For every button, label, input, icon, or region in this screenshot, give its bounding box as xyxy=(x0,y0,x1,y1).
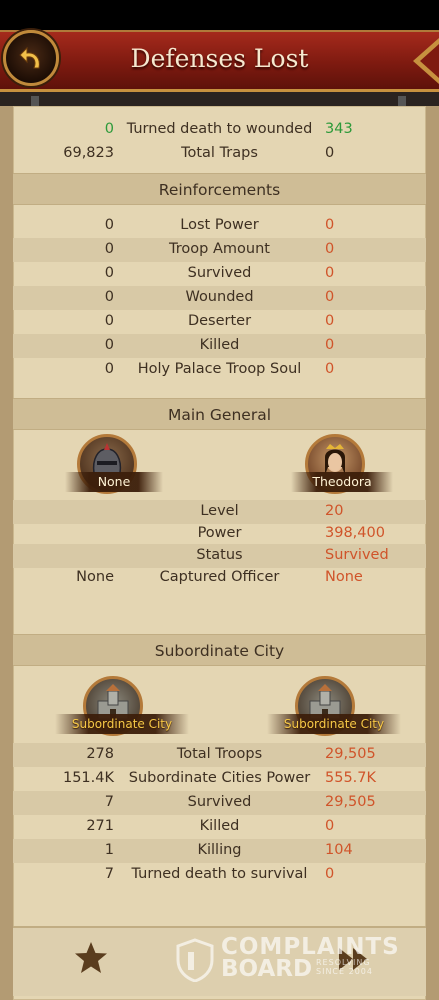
stat-left-value: 0 xyxy=(104,337,114,353)
stat-left-value: 278 xyxy=(86,746,114,762)
stat-label: Turned death to survival xyxy=(131,866,308,882)
stat-left-value: 0 xyxy=(104,121,114,137)
stat-label: Holy Palace Troop Soul xyxy=(137,361,302,377)
section-header-reinforcements: Reinforcements xyxy=(13,173,426,205)
stat-row-city-survived: 7 Survived 29,505 xyxy=(13,791,426,815)
stat-left-value: 0 xyxy=(104,289,114,305)
stat-row-deserter: 0 Deserter 0 xyxy=(13,310,426,334)
attacker-general-name: None xyxy=(65,472,163,492)
stat-left-value: 7 xyxy=(104,794,114,810)
stat-label: Killed xyxy=(199,818,240,834)
stat-right-value: 0 xyxy=(325,289,335,305)
stat-row-level: Level 20 xyxy=(13,500,426,524)
header-strap xyxy=(0,92,439,106)
stat-row-holy-palace-troop-soul: 0 Holy Palace Troop Soul 0 xyxy=(13,358,426,382)
stat-label: Wounded xyxy=(185,289,254,305)
stat-right-value: None xyxy=(325,569,363,585)
defender-general-name: Theodora xyxy=(291,472,393,492)
stat-row-turned-death-to-wounded: 0 Turned death to wounded 343 xyxy=(13,118,426,142)
stat-right-value: 0 xyxy=(325,265,335,281)
stat-label: Troop Amount xyxy=(169,241,270,257)
back-button[interactable] xyxy=(3,30,59,86)
stat-left-value: 271 xyxy=(86,818,114,834)
stat-right-value: 555.7K xyxy=(325,770,377,786)
stat-right-value: Survived xyxy=(325,547,389,563)
stat-right-value: 398,400 xyxy=(325,525,385,541)
header-corner-ornament xyxy=(413,38,439,84)
stat-row-city-killed: 271 Killed 0 xyxy=(13,815,426,839)
report-content[interactable]: 0 Turned death to wounded 343 69,823 Tot… xyxy=(13,106,426,1000)
stat-left-value: 0 xyxy=(104,313,114,329)
stat-right-value: 20 xyxy=(325,503,344,519)
stat-right-value: 29,505 xyxy=(325,794,376,810)
stat-left-value: 0 xyxy=(104,217,114,233)
stat-label: Killing xyxy=(197,842,242,858)
attacker-city-name: Subordinate City xyxy=(55,714,189,734)
stat-row-turned-death-to-survival: 7 Turned death to survival 0 xyxy=(13,863,426,887)
stat-label: Killed xyxy=(199,337,240,353)
stat-row-lost-power: 0 Lost Power 0 xyxy=(13,214,426,238)
report-panel: 0 Turned death to wounded 343 69,823 Tot… xyxy=(0,106,439,1000)
stat-label: Lost Power xyxy=(180,217,259,233)
stat-row-power: Power 398,400 xyxy=(13,522,426,546)
section-header-main-general: Main General xyxy=(13,398,426,430)
star-icon[interactable] xyxy=(73,940,109,976)
shield-logo-icon xyxy=(176,938,214,982)
stat-right-value: 0 xyxy=(325,866,335,882)
stat-left-value: 0 xyxy=(104,265,114,281)
watermark-tagline: RESOLVING SINCE 2004 xyxy=(316,958,373,976)
stat-row-wounded: 0 Wounded 0 xyxy=(13,286,426,310)
stat-row-troop-amount: 0 Troop Amount 0 xyxy=(13,238,426,262)
stat-label: Deserter xyxy=(187,313,252,329)
stat-left-value: None xyxy=(76,569,114,585)
stat-label: Turned death to wounded xyxy=(126,121,313,137)
stat-right-value: 0 xyxy=(325,313,335,329)
stat-right-value: 0 xyxy=(325,818,335,834)
stat-right-value: 0 xyxy=(325,241,335,257)
title-bar: Defenses Lost xyxy=(0,30,439,92)
stat-right-value: 0 xyxy=(325,145,335,161)
stat-label: Survived xyxy=(187,265,252,281)
section-header-subordinate-city: Subordinate City xyxy=(13,634,426,666)
stat-row-subordinate-cities-power: 151.4K Subordinate Cities Power 555.7K xyxy=(13,767,426,791)
stat-right-value: 104 xyxy=(325,842,353,858)
stat-right-value: 0 xyxy=(325,337,335,353)
stat-row-captured-officer: None Captured Officer None xyxy=(13,566,426,590)
stat-right-value: 0 xyxy=(325,217,335,233)
watermark-line4: SINCE 2004 xyxy=(316,967,373,976)
stat-row-total-traps: 69,823 Total Traps 0 xyxy=(13,142,426,166)
stat-label: Captured Officer xyxy=(159,569,280,585)
stat-row-status: Status Survived xyxy=(13,544,426,568)
watermark-line2: BOARD xyxy=(221,956,313,982)
defender-city-name: Subordinate City xyxy=(267,714,401,734)
stat-right-value: 0 xyxy=(325,361,335,377)
stat-left-value: 7 xyxy=(104,866,114,882)
stat-row-killing: 1 Killing 104 xyxy=(13,839,426,863)
stat-row-total-troops: 278 Total Troops 29,505 xyxy=(13,743,426,767)
stat-left-value: 151.4K xyxy=(62,770,114,786)
page-title: Defenses Lost xyxy=(130,44,309,73)
stat-left-value: 69,823 xyxy=(63,145,114,161)
stat-right-value: 343 xyxy=(325,121,353,137)
stat-left-value: 0 xyxy=(104,361,114,377)
stat-right-value: 29,505 xyxy=(325,746,376,762)
watermark-overlay: COMPLAINTS BOARD RESOLVING SINCE 2004 xyxy=(176,934,399,986)
status-bar xyxy=(0,0,439,32)
stat-row-survived: 0 Survived 0 xyxy=(13,262,426,286)
stat-row-killed: 0 Killed 0 xyxy=(13,334,426,358)
stat-left-value: 1 xyxy=(104,842,114,858)
stat-label: Level xyxy=(200,503,239,519)
stat-left-value: 0 xyxy=(104,241,114,257)
watermark-line3: RESOLVING xyxy=(316,958,371,967)
back-arrow-icon xyxy=(19,46,40,69)
